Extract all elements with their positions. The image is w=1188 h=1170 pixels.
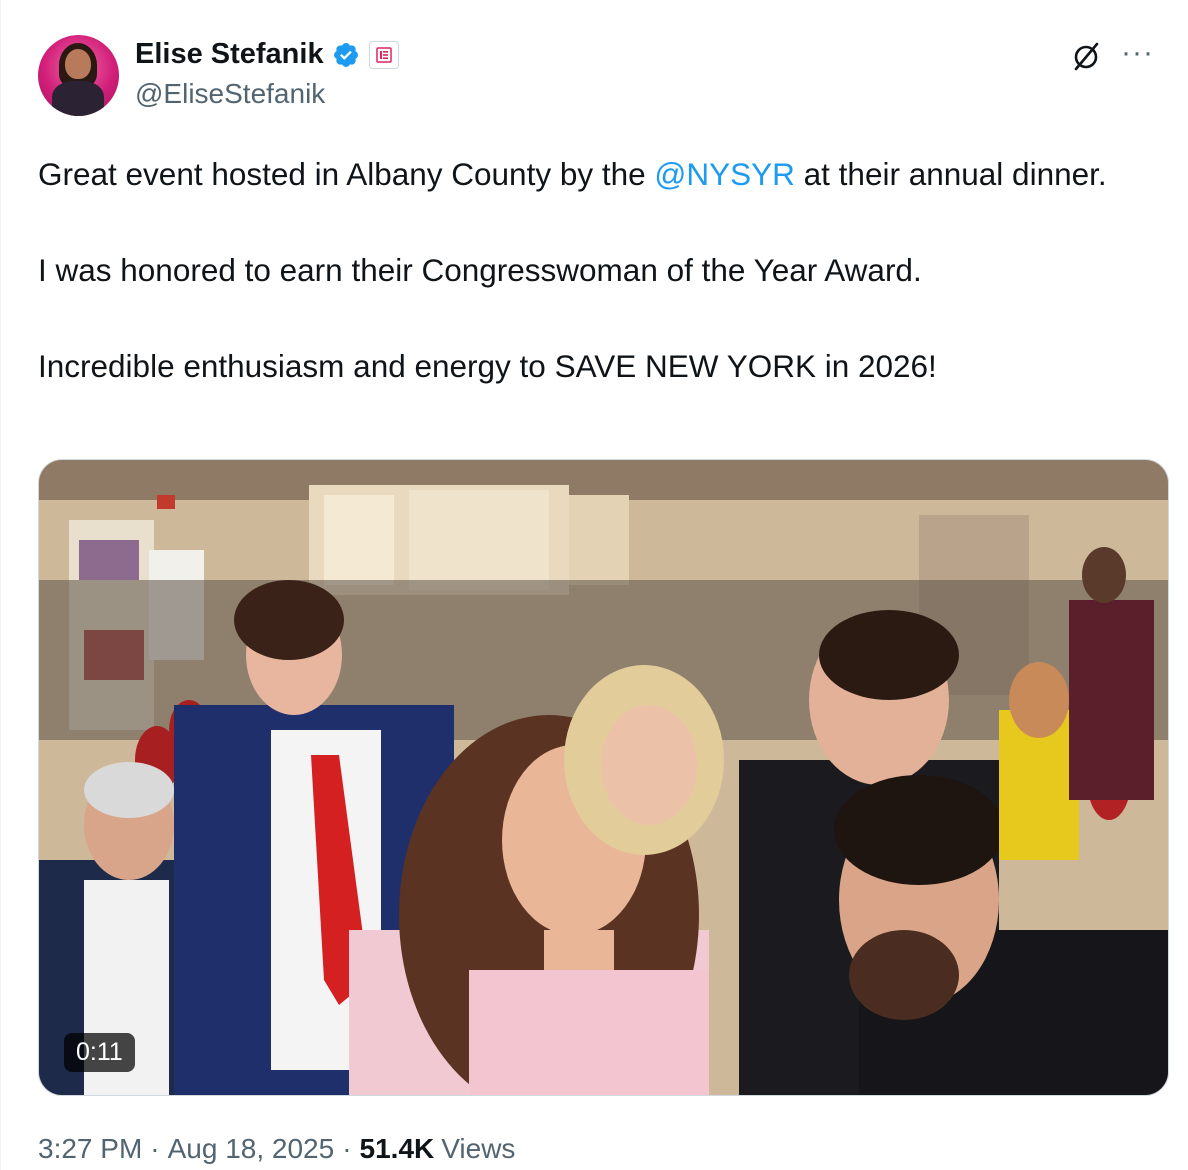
author-name[interactable]: Elise Stefanik	[135, 38, 324, 71]
meta-separator: ·	[342, 1133, 352, 1164]
avatar-body	[52, 81, 104, 116]
meta-separator: ·	[150, 1133, 160, 1164]
post-time[interactable]: 3:27 PM	[38, 1133, 142, 1165]
verified-badge-icon	[333, 42, 358, 67]
affiliation-badge-icon[interactable]	[368, 40, 399, 69]
post-paragraph-3: Incredible enthusiasm and energy to SAVE…	[38, 348, 937, 384]
views-label: Views	[441, 1133, 516, 1164]
post-card: Elise Stefanik @EliseStefanik ··· Great …	[0, 0, 1188, 1170]
more-options-icon[interactable]: ···	[1121, 38, 1154, 68]
author-name-row: Elise Stefanik	[135, 38, 399, 71]
post-text-part: at their annual dinner.	[794, 156, 1107, 192]
post-text: Great event hosted in Albany County by t…	[38, 150, 1138, 390]
video-player[interactable]: 0:11	[38, 459, 1169, 1096]
avatar-face	[65, 49, 91, 79]
post-text-part: Great event hosted in Albany County by t…	[38, 156, 655, 192]
post-date[interactable]: Aug 18, 2025	[168, 1133, 335, 1165]
grok-icon[interactable]	[1069, 40, 1103, 74]
post-paragraph-2: I was honored to earn their Congresswoma…	[38, 252, 922, 288]
video-duration: 0:11	[64, 1033, 135, 1072]
views-count[interactable]: 51.4K	[360, 1133, 435, 1165]
video-thumbnail	[39, 460, 1168, 1095]
post-meta: 3:27 PM · Aug 18, 2025 · 51.4K Views	[38, 1133, 515, 1165]
affiliation-logo-icon	[375, 46, 392, 63]
author-avatar[interactable]	[38, 35, 119, 116]
author-handle[interactable]: @EliseStefanik	[135, 78, 325, 110]
post-paragraph-1: Great event hosted in Albany County by t…	[38, 150, 1138, 198]
mention-link[interactable]: @NYSYR	[654, 156, 795, 192]
